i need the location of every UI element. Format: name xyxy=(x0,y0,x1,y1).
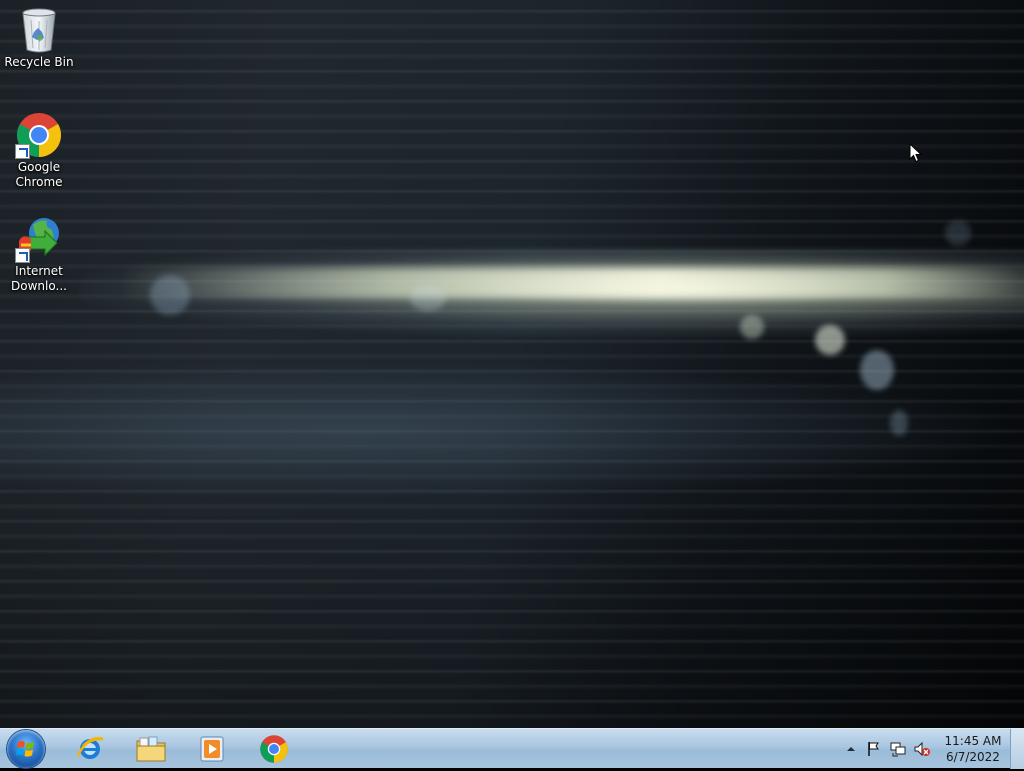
desktop-icon-google-chrome[interactable]: Google Chrome xyxy=(4,111,74,190)
wallpaper-bokeh xyxy=(860,350,894,390)
folder-libraries-icon xyxy=(136,736,166,762)
desktop-icon-recycle-bin[interactable]: Recycle Bin xyxy=(4,6,74,70)
wallpaper-bokeh xyxy=(815,325,845,355)
wallpaper-bokeh xyxy=(945,220,971,246)
taskbar-clock[interactable]: 11:45 AM 6/7/2022 xyxy=(940,733,1006,765)
desktop-background: Recycle Bin Google Chrome Internet Downl… xyxy=(0,0,1024,728)
clock-time: 11:45 AM xyxy=(944,734,1002,748)
wallpaper-bokeh xyxy=(740,315,764,339)
network-icon[interactable] xyxy=(890,741,906,757)
taskbar-google-chrome-button[interactable] xyxy=(247,732,301,766)
clock-date: 6/7/2022 xyxy=(946,750,1000,764)
show-hidden-icons-chevron-icon[interactable] xyxy=(843,741,859,757)
mouse-cursor-icon xyxy=(909,143,923,163)
wallpaper-light-core xyxy=(120,268,1020,298)
chrome-icon xyxy=(260,735,288,763)
shortcut-arrow-icon xyxy=(15,144,30,159)
wallpaper-bokeh xyxy=(410,285,446,311)
desktop-icon-label: Google Chrome xyxy=(15,160,63,189)
desktop-icon-label: Internet Downlo... xyxy=(11,264,67,293)
start-button[interactable] xyxy=(7,730,45,768)
media-player-icon xyxy=(200,736,224,762)
desktop-icon-internet-download-manager[interactable]: Internet Downlo... xyxy=(4,215,74,294)
internet-download-manager-icon xyxy=(15,215,63,263)
internet-explorer-icon xyxy=(76,737,104,759)
chrome-icon xyxy=(15,111,63,159)
wallpaper-bokeh xyxy=(150,275,190,315)
show-desktop-button[interactable] xyxy=(1010,729,1024,769)
shortcut-arrow-icon xyxy=(15,248,30,263)
taskbar-windows-explorer-button[interactable] xyxy=(124,732,178,766)
volume-muted-icon[interactable] xyxy=(914,741,930,757)
taskbar: 11:45 AM 6/7/2022 xyxy=(0,728,1024,769)
action-center-flag-icon[interactable] xyxy=(866,741,882,757)
desktop-icon-label: Recycle Bin xyxy=(4,55,74,69)
recycle-bin-icon xyxy=(15,6,63,54)
taskbar-internet-explorer-button[interactable] xyxy=(63,732,117,766)
taskbar-media-player-button[interactable] xyxy=(185,732,239,766)
wallpaper-bokeh xyxy=(890,410,908,436)
windows-logo-icon xyxy=(16,741,34,757)
